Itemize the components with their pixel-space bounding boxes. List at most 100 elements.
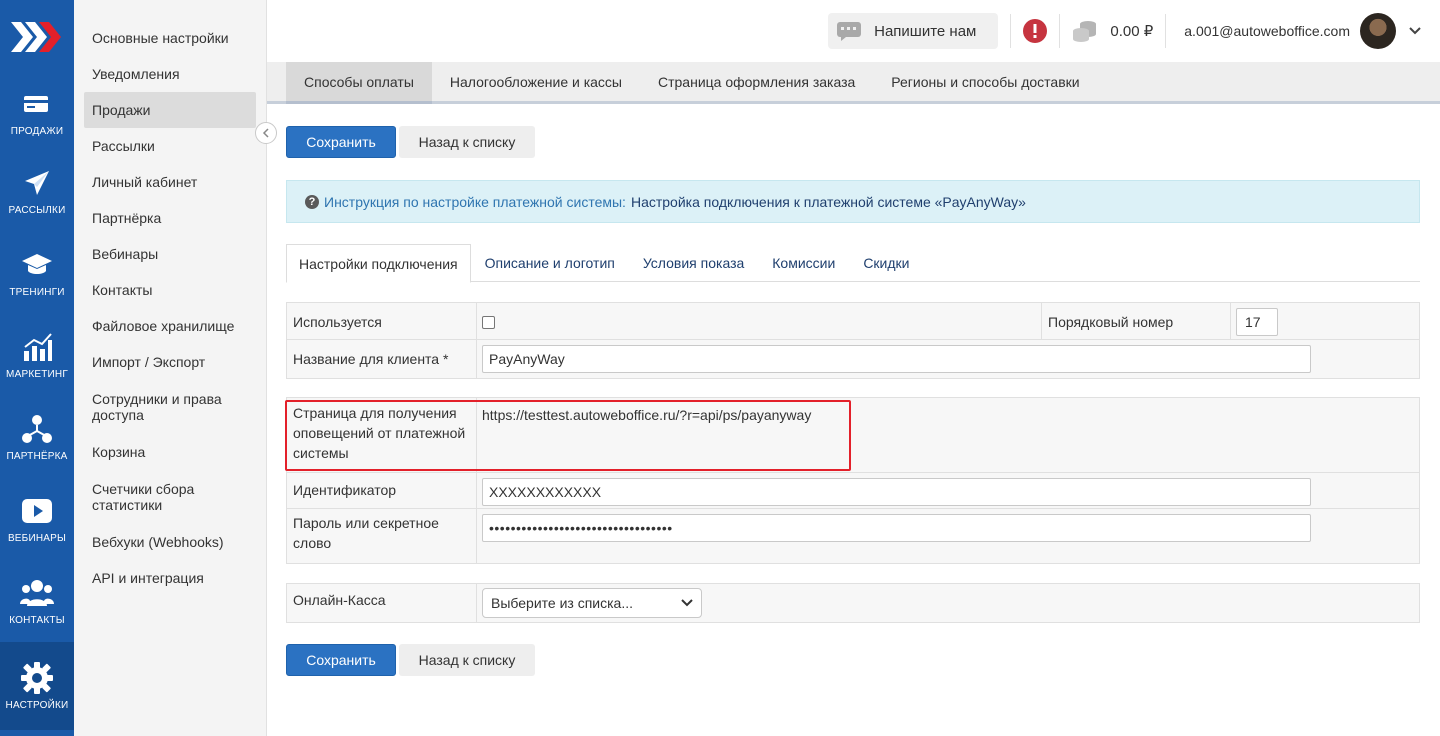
back-to-list-button[interactable]: Назад к списку <box>399 126 535 158</box>
alert-prefix: Инструкция по настройке платежной систем… <box>324 193 626 210</box>
rail-label: Тренинги <box>9 286 65 298</box>
client-name-label: Название для клиента * <box>287 340 477 378</box>
rail-item-contacts[interactable]: Контакты <box>0 560 74 642</box>
network-icon <box>22 414 52 443</box>
rail-item-sales[interactable]: Продажи <box>0 74 74 150</box>
play-icon <box>22 498 52 523</box>
row-client-name: Название для клиента * PayAnyWay <box>287 340 1419 378</box>
card-icon <box>24 95 48 112</box>
sidebar-item-partners[interactable]: Партнёрка <box>84 200 256 236</box>
connection-table: Страница для получения оповещений от пла… <box>286 397 1420 564</box>
tab-taxation[interactable]: Налогообложение и кассы <box>432 62 640 101</box>
users-icon <box>20 579 54 606</box>
rail-item-marketing[interactable]: Маркетинг <box>0 314 74 396</box>
sidebar-item-contacts[interactable]: Контакты <box>84 272 256 308</box>
row-notify-url: Страница для получения оповещений от пла… <box>287 398 1419 473</box>
user-email[interactable]: a.001@autoweboffice.com <box>1184 23 1350 39</box>
rail-label: Контакты <box>9 614 65 626</box>
basic-settings-table: Используется Порядковый номер 17 Названи… <box>286 302 1420 379</box>
top-header: Напишите нам 0.00 ₽ a.001@autoweboffice.… <box>267 0 1440 62</box>
rail-item-trainings[interactable]: Тренинги <box>0 232 74 314</box>
avatar[interactable] <box>1360 13 1396 49</box>
rail-label: Продажи <box>10 125 64 137</box>
used-label: Используется <box>287 303 477 339</box>
write-us-label: Напишите нам <box>874 22 977 40</box>
info-alert: ? Инструкция по настройке платежной сист… <box>286 180 1420 223</box>
question-icon: ? <box>305 194 319 209</box>
back-to-list-button-bottom[interactable]: Назад к списку <box>399 644 535 676</box>
subtab-commissions[interactable]: Комиссии <box>758 244 849 282</box>
write-us-button[interactable]: Напишите нам <box>828 13 999 49</box>
client-name-input[interactable]: PayAnyWay <box>482 345 1311 373</box>
sidebar-item-webinars[interactable]: Вебинары <box>84 236 256 272</box>
subtab-discounts[interactable]: Скидки <box>849 244 923 282</box>
cashbox-select-value: Выберите из списка... <box>491 595 634 611</box>
used-checkbox[interactable] <box>482 316 495 329</box>
chevron-left-icon <box>262 128 269 138</box>
sidebar-item-cabinet[interactable]: Личный кабинет <box>84 164 256 200</box>
cashbox-select[interactable]: Выберите из списка... <box>482 588 702 618</box>
identifier-input[interactable]: XXXXXXXXXXXX <box>482 478 1311 506</box>
rail-label: Рассылки <box>8 204 66 216</box>
subtab-display-conditions[interactable]: Условия показа <box>629 244 758 282</box>
row-cashbox: Онлайн-Касса Выберите из списка... <box>287 584 1419 622</box>
subtab-description[interactable]: Описание и логотип <box>471 244 629 282</box>
rail-item-mailing[interactable]: Рассылки <box>0 150 74 232</box>
rail-label: Партнёрка <box>6 450 68 462</box>
sidebar-item-staff[interactable]: Сотрудники и права доступа <box>84 380 256 434</box>
sidebar-item-mailing[interactable]: Рассылки <box>84 128 256 164</box>
sidebar-item-import-export[interactable]: Импорт / Экспорт <box>84 344 256 380</box>
logo[interactable] <box>0 0 74 74</box>
bar-chart-icon <box>24 332 52 361</box>
app-rail: Продажи Рассылки Тренинги Маркетинг Парт… <box>0 0 74 736</box>
order-input[interactable]: 17 <box>1236 308 1278 336</box>
row-identifier: Идентификатор XXXXXXXXXXXX <box>287 473 1419 509</box>
rail-item-webinars[interactable]: Вебинары <box>0 478 74 560</box>
settings-sidebar: Основные настройки Уведомления Продажи Р… <box>74 0 267 736</box>
balance[interactable]: 0.00 ₽ <box>1072 19 1153 43</box>
row-used: Используется Порядковый номер 17 <box>287 303 1419 340</box>
sidebar-item-file-storage[interactable]: Файловое хранилище <box>84 308 256 344</box>
save-button-bottom[interactable]: Сохранить <box>286 644 396 676</box>
save-button[interactable]: Сохранить <box>286 126 396 158</box>
sidebar-item-counters[interactable]: Счетчики сбора статистики <box>84 470 256 524</box>
sidebar-item-trash[interactable]: Корзина <box>84 434 256 470</box>
balance-value: 0.00 ₽ <box>1110 23 1154 40</box>
rail-label: Вебинары <box>7 532 67 544</box>
gear-icon <box>21 661 53 694</box>
sidebar-item-sales[interactable]: Продажи <box>84 92 256 128</box>
cashbox-table: Онлайн-Касса Выберите из списка... <box>286 583 1420 623</box>
header-divider <box>1010 14 1012 48</box>
password-input[interactable]: •••••••••••••••••••••••••••••••••• <box>482 514 1311 542</box>
sidebar-item-webhooks[interactable]: Вебхуки (Webhooks) <box>84 524 256 560</box>
alert-icon[interactable] <box>1023 19 1048 43</box>
notify-url: https://testtest.autoweboffice.ru/?r=api… <box>482 407 812 423</box>
logo-chevrons-icon <box>11 22 61 52</box>
cashbox-label: Онлайн-Касса <box>287 584 477 622</box>
subtab-connection[interactable]: Настройки подключения <box>286 244 471 283</box>
sidebar-collapse-button[interactable] <box>255 122 277 144</box>
sidebar-item-main-settings[interactable]: Основные настройки <box>84 20 256 56</box>
row-password: Пароль или секретное слово •••••••••••••… <box>287 509 1419 563</box>
rail-label: Настройки <box>5 699 69 711</box>
sidebar-item-api[interactable]: API и интеграция <box>84 560 256 596</box>
identifier-label: Идентификатор <box>287 473 477 508</box>
chevron-down-icon <box>681 599 693 607</box>
header-divider <box>1059 14 1061 48</box>
rail-item-partners[interactable]: Партнёрка <box>0 396 74 478</box>
sidebar-item-notifications[interactable]: Уведомления <box>84 56 256 92</box>
paper-plane-icon <box>25 170 49 195</box>
header-divider <box>1165 14 1167 48</box>
tab-checkout-page[interactable]: Страница оформления заказа <box>640 62 873 101</box>
order-label: Порядковый номер <box>1042 303 1231 339</box>
rail-item-settings[interactable]: Настройки <box>0 642 74 730</box>
notify-label: Страница для получения оповещений от пла… <box>287 398 477 472</box>
payment-tabs: Способы оплаты Налогообложение и кассы С… <box>267 62 1440 104</box>
tab-payment-methods[interactable]: Способы оплаты <box>286 62 432 104</box>
chat-icon <box>837 22 862 41</box>
rail-label: Маркетинг <box>6 368 68 380</box>
chevron-down-icon[interactable] <box>1408 26 1422 36</box>
settings-subtabs: Настройки подключения Описание и логотип… <box>286 244 1420 283</box>
instruction-link[interactable]: Настройка подключения к платежной систем… <box>631 194 1026 210</box>
tab-delivery[interactable]: Регионы и способы доставки <box>873 62 1097 101</box>
